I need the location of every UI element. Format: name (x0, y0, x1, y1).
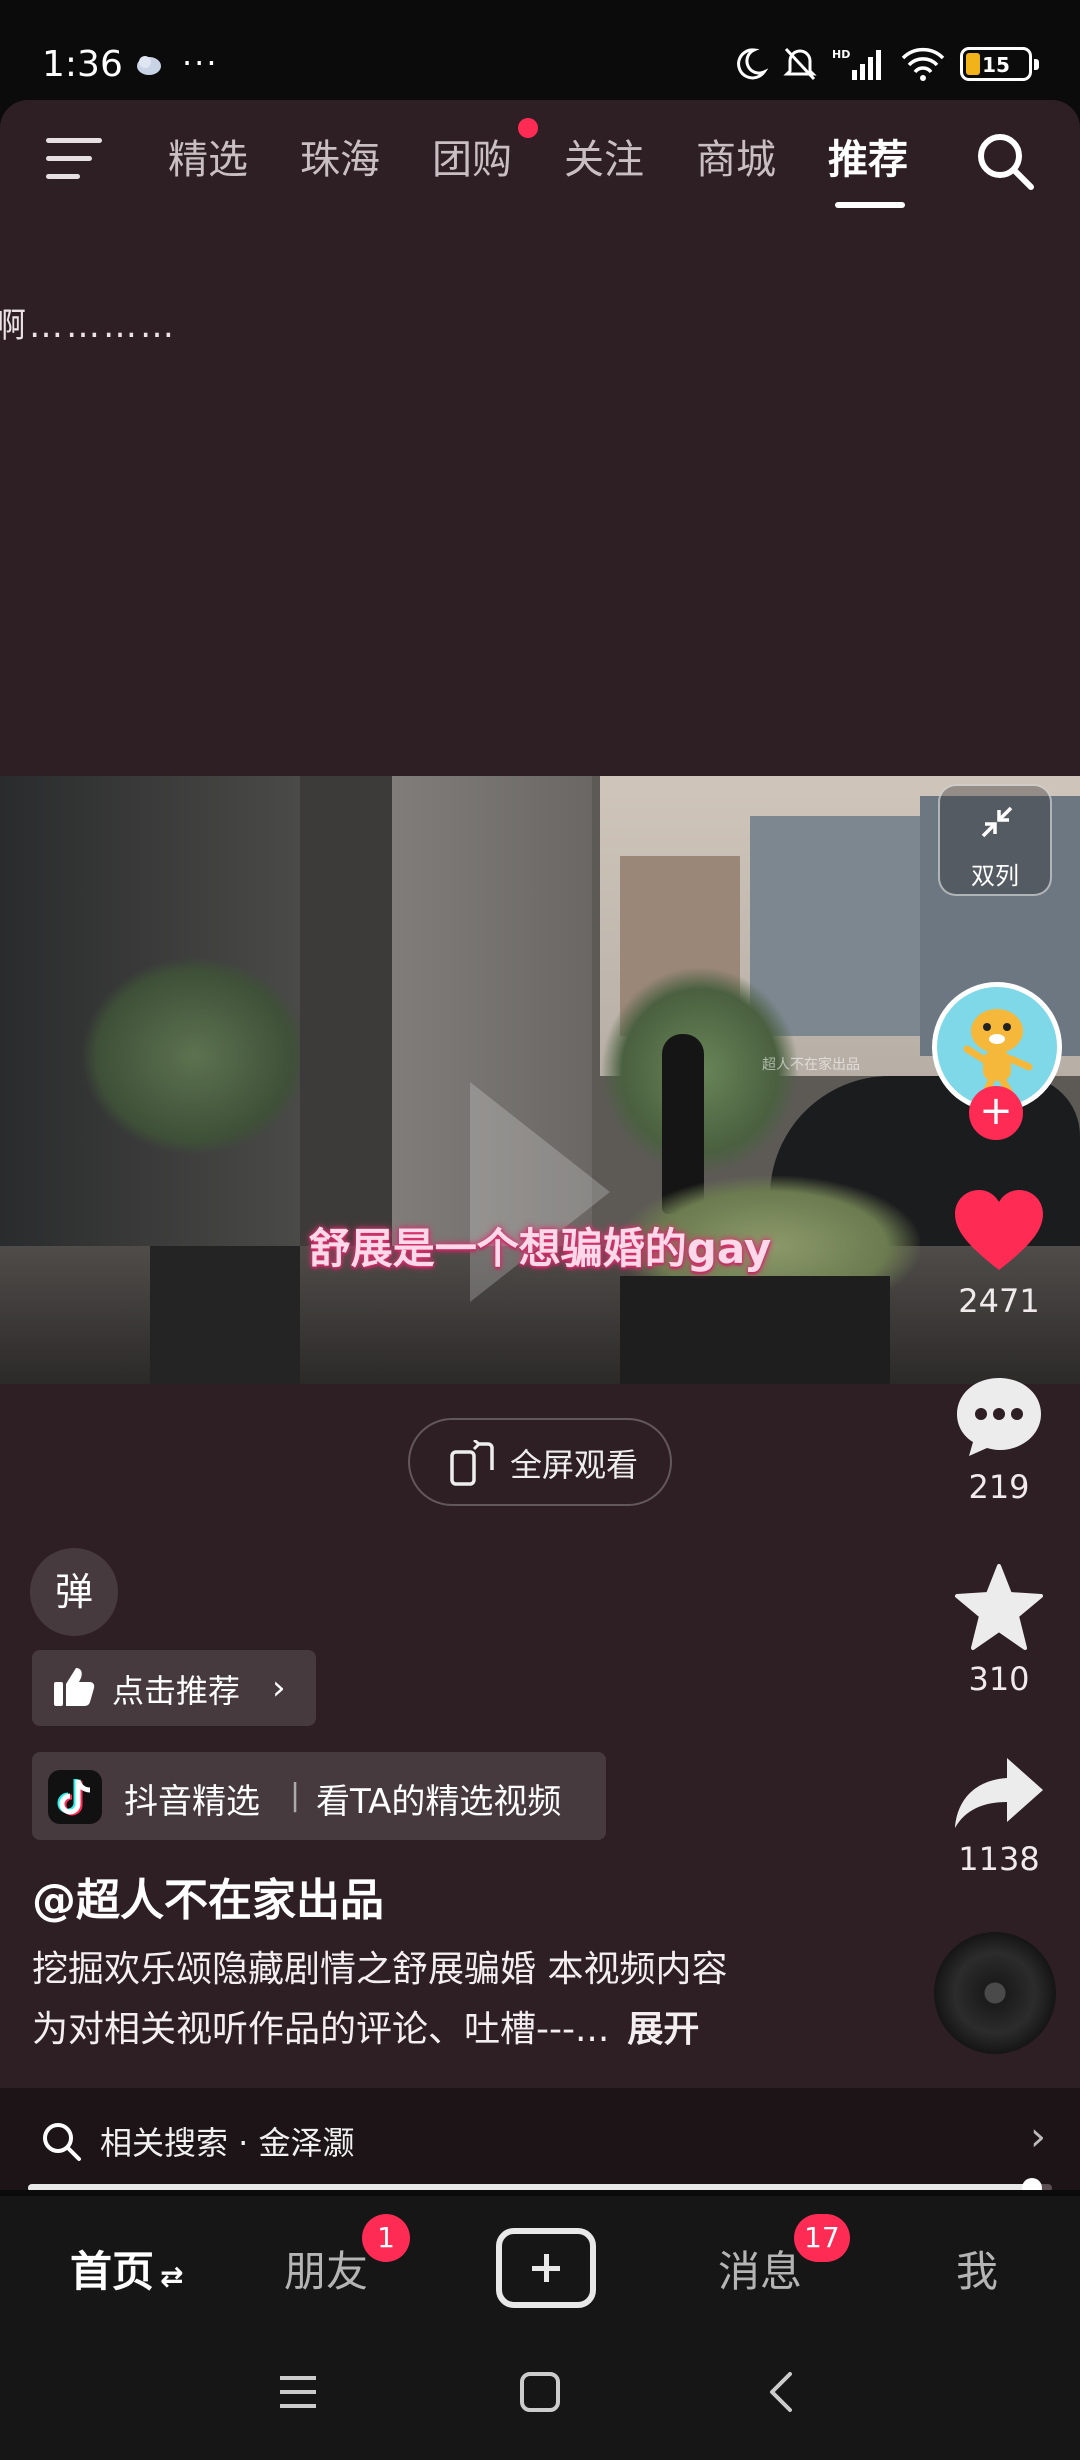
like-count: 2471 (958, 1282, 1040, 1320)
music-disc-icon[interactable] (934, 1932, 1056, 2054)
top-nav: 精选 珠海 团购 关注 商城 推荐 (0, 100, 1080, 220)
video-watermark: 超人不在家出品 (762, 1057, 860, 1073)
video-planter (620, 1276, 890, 1384)
bell-off-icon (783, 47, 817, 81)
dual-column-label: 双列 (971, 862, 1019, 890)
battery-percent: 15 (982, 53, 1010, 77)
comment-button[interactable]: 219 (934, 1374, 1064, 1506)
search-icon (43, 2123, 81, 2161)
douyin-featured-tag[interactable]: 抖音精选 | 看TA的精选视频 (32, 1752, 606, 1840)
create-button[interactable] (496, 2228, 596, 2308)
nav-home-label: 首页 (70, 2247, 155, 2296)
bottom-nav: 首页 ⇄ 朋友 1 消息 17 我 (0, 2196, 1080, 2338)
douyin-featured-link[interactable]: 看TA的精选视频 (316, 1774, 561, 1823)
tab-jingxuan[interactable]: 精选 (168, 130, 248, 190)
douyin-logo-icon (48, 1770, 102, 1824)
comment-icon (957, 1378, 1041, 1456)
status-more-icon: ··· (182, 44, 219, 82)
favorite-button[interactable]: 310 (934, 1562, 1064, 1698)
nav-friends[interactable]: 朋友 (284, 2238, 368, 2299)
video-description: 挖掘欢乐颂隐藏剧情之舒展骗婚 本视频内容 为对相关视听作品的评论、吐槽---..… (32, 1940, 832, 2060)
shrink-icon (981, 806, 1013, 838)
recommend-button[interactable]: 点击推荐 › (32, 1650, 316, 1726)
status-icons: HD 15 (732, 42, 1039, 86)
active-tab-indicator (835, 202, 905, 208)
thumbs-up-icon (54, 1668, 95, 1706)
status-time: 1:36 (42, 44, 123, 85)
cloud-icon (137, 56, 161, 75)
recommend-label: 点击推荐 (112, 1672, 241, 1710)
follow-button[interactable]: + (969, 1086, 1023, 1140)
expand-button[interactable]: 展开 (627, 2009, 699, 2050)
comment-count: 219 (968, 1468, 1030, 1506)
video-trees (80, 956, 310, 1156)
fullscreen-button[interactable]: 全屏观看 (408, 1418, 672, 1506)
douyin-tag-separator: | (290, 1778, 301, 1813)
fullscreen-label: 全屏观看 (510, 1446, 639, 1484)
friends-badge: 1 (362, 2214, 410, 2262)
nav-home[interactable]: 首页 ⇄ (70, 2238, 183, 2299)
heart-icon (955, 1190, 1043, 1270)
douyin-featured-title: 抖音精选 (124, 1782, 260, 1822)
back-icon[interactable] (760, 2370, 804, 2414)
description-line-1: 挖掘欢乐颂隐藏剧情之舒展骗婚 本视频内容 (32, 1949, 728, 1990)
feed-content[interactable]: 精选 珠海 团购 关注 商城 推荐 啊………… 超人不在家出品 舒展是一个想骗婚… (0, 100, 1080, 2190)
share-button[interactable]: 1138 (934, 1752, 1064, 1878)
dual-column-button[interactable]: 双列 (938, 784, 1052, 896)
tab-shangcheng[interactable]: 商城 (696, 130, 776, 190)
tab-zhuhai[interactable]: 珠海 (300, 130, 380, 190)
tab-tuijian[interactable]: 推荐 (828, 130, 908, 190)
author-name[interactable]: @超人不在家出品 (32, 1864, 384, 1928)
star-icon (955, 1564, 1043, 1650)
wifi-icon (901, 47, 945, 81)
search-icon[interactable] (974, 130, 1036, 192)
battery-icon: 15 (960, 47, 1039, 81)
progress-fill (28, 2184, 1032, 2190)
video-caption: 舒展是一个想骗婚的gay (308, 1224, 772, 1273)
share-count: 1138 (958, 1840, 1040, 1878)
nav-messages[interactable]: 消息 (718, 2238, 802, 2299)
battery-nub (1034, 59, 1039, 70)
nav-me[interactable]: 我 (956, 2238, 998, 2299)
system-nav-bar (0, 2338, 1080, 2460)
status-bar: 1:36 ··· HD 15 (0, 0, 1080, 100)
chevron-right-icon: › (272, 1668, 286, 1708)
chevron-right-icon: › (1030, 2114, 1046, 2160)
description-line-2: 为对相关视听作品的评论、吐槽---... 展开 (32, 2000, 832, 2060)
progress-knob[interactable] (1021, 2178, 1042, 2190)
like-button[interactable]: 2471 (934, 1188, 1064, 1320)
share-icon (955, 1758, 1043, 1828)
video-player[interactable]: 超人不在家出品 (0, 776, 1080, 1384)
tab-guanzhu[interactable]: 关注 (564, 130, 644, 190)
menu-icon[interactable] (46, 136, 106, 186)
video-progress-bar[interactable] (28, 2178, 1052, 2190)
favorite-count: 310 (968, 1660, 1030, 1698)
description-line-2-text: 为对相关视听作品的评论、吐槽---... (32, 2009, 610, 2050)
moon-icon (737, 48, 768, 80)
tab-tuangou[interactable]: 团购 (432, 130, 512, 190)
swap-icon: ⇄ (160, 2260, 184, 2293)
tab-tuangou-dot (518, 118, 538, 138)
related-search-label: 相关搜索 · 金泽灏 (100, 2124, 355, 2162)
hd-signal-icon: HD (832, 48, 881, 80)
messages-badge: 17 (794, 2214, 850, 2262)
home-icon[interactable] (518, 2370, 562, 2414)
related-search-bar[interactable]: 相关搜索 · 金泽灏 › (0, 2088, 1080, 2190)
svg-text:HD: HD (832, 48, 850, 61)
danmu-button[interactable]: 弹 (30, 1548, 118, 1636)
rotate-screen-icon (450, 1440, 494, 1486)
overflow-text: 啊………… (0, 306, 177, 346)
recent-apps-icon[interactable] (276, 2370, 320, 2414)
